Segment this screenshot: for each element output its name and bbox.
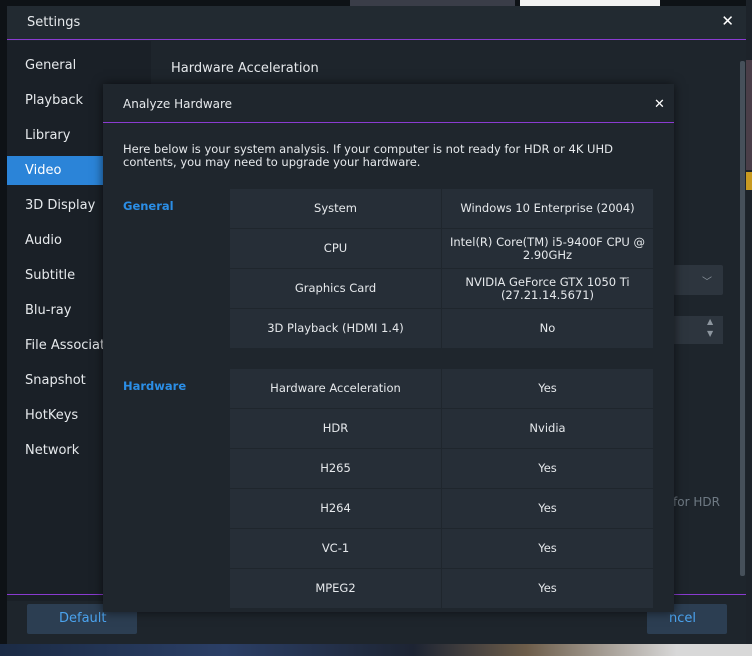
- settings-title: Settings: [27, 15, 81, 30]
- table-cell-value: No: [442, 309, 653, 348]
- settings-titlebar: Settings ✕: [7, 6, 746, 40]
- sidebar-item-general[interactable]: General: [7, 51, 151, 80]
- table-row: CPU Intel(R) Core(TM) i5-9400F CPU @ 2.9…: [230, 229, 653, 269]
- dialog-close-icon[interactable]: ✕: [654, 97, 665, 112]
- background-desktop-image: [746, 60, 752, 170]
- table-cell-key: H265: [230, 449, 441, 488]
- table-cell-value: Windows 10 Enterprise (2004): [442, 189, 653, 228]
- table-cell-key: Graphics Card: [230, 269, 441, 308]
- table-cell-value: Yes: [442, 449, 653, 488]
- settings-scrollbar[interactable]: [740, 61, 745, 576]
- table-cell-key: System: [230, 189, 441, 228]
- table-row: MPEG2 Yes: [230, 569, 653, 609]
- table-cell-value: Yes: [442, 489, 653, 528]
- table-cell-value: Yes: [442, 569, 653, 608]
- panel-title: Hardware Acceleration: [171, 61, 319, 76]
- dialog-title-divider: [103, 122, 674, 123]
- table-cell-key: Hardware Acceleration: [230, 369, 441, 408]
- stepper-up-icon[interactable]: ▲: [707, 317, 713, 326]
- table-cell-value: Yes: [442, 529, 653, 568]
- section-label-hardware: Hardware: [123, 379, 187, 393]
- table-row: H265 Yes: [230, 449, 653, 489]
- dialog-description: Here below is your system analysis. If y…: [123, 142, 613, 169]
- table-cell-key: CPU: [230, 229, 441, 268]
- table-cell-value: Yes: [442, 369, 653, 408]
- background-desktop-image: [746, 172, 752, 190]
- hdr-option-label: for HDR: [673, 495, 720, 509]
- table-cell-key: HDR: [230, 409, 441, 448]
- stepper-down-icon[interactable]: ▼: [707, 329, 713, 338]
- table-row: HDR Nvidia: [230, 409, 653, 449]
- table-row: Graphics Card NVIDIA GeForce GTX 1050 Ti…: [230, 269, 653, 309]
- table-row: 3D Playback (HDMI 1.4) No: [230, 309, 653, 349]
- table-row: Hardware Acceleration Yes: [230, 369, 653, 409]
- video-option-dropdown[interactable]: [673, 265, 723, 295]
- section-label-general: General: [123, 199, 174, 213]
- table-cell-key: H264: [230, 489, 441, 528]
- dialog-title: Analyze Hardware: [123, 97, 233, 111]
- table-cell-key: 3D Playback (HDMI 1.4): [230, 309, 441, 348]
- background-desktop-strip: [0, 644, 752, 656]
- settings-close-icon[interactable]: ✕: [721, 12, 734, 30]
- table-cell-key: VC-1: [230, 529, 441, 568]
- analyze-hardware-dialog: Analyze Hardware ✕ Here below is your sy…: [103, 84, 674, 612]
- table-row: H264 Yes: [230, 489, 653, 529]
- table-cell-value: NVIDIA GeForce GTX 1050 Ti (27.21.14.567…: [442, 269, 653, 308]
- table-row: System Windows 10 Enterprise (2004): [230, 189, 653, 229]
- table-cell-key: MPEG2: [230, 569, 441, 608]
- video-option-stepper[interactable]: [673, 316, 723, 344]
- table-cell-value: Nvidia: [442, 409, 653, 448]
- chevron-down-icon: ﹀: [702, 277, 712, 288]
- table-row: VC-1 Yes: [230, 529, 653, 569]
- table-cell-value: Intel(R) Core(TM) i5-9400F CPU @ 2.90GHz: [442, 229, 653, 268]
